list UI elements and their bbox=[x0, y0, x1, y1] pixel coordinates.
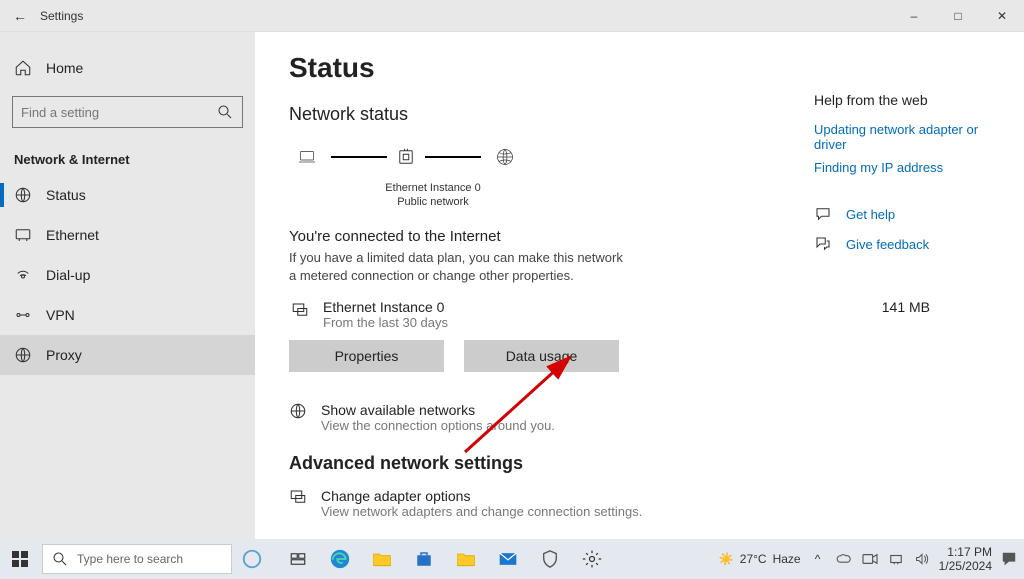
search-icon bbox=[51, 550, 69, 568]
content-area: Status Network status Ethernet Instance … bbox=[255, 32, 1024, 579]
home-icon bbox=[14, 59, 32, 77]
dialup-icon bbox=[14, 266, 32, 284]
tray-volume-icon[interactable] bbox=[913, 550, 931, 568]
sidebar-item-ethernet[interactable]: Ethernet bbox=[0, 215, 255, 255]
taskbar-clock[interactable]: 1:17 PM 1/25/2024 bbox=[939, 545, 992, 574]
help-link-update-adapter[interactable]: Updating network adapter or driver bbox=[814, 122, 1004, 152]
weather-widget[interactable]: ☀️ 27°C Haze bbox=[719, 552, 801, 566]
security-icon[interactable] bbox=[530, 539, 570, 579]
cortana-icon[interactable] bbox=[232, 539, 272, 579]
notifications-icon[interactable] bbox=[1000, 550, 1018, 568]
sidebar-item-label: Ethernet bbox=[46, 227, 99, 243]
network-sub: From the last 30 days bbox=[323, 315, 870, 330]
sidebar: Home Network & Internet Status bbox=[0, 32, 255, 579]
sidebar-item-dialup[interactable]: Dial-up bbox=[0, 255, 255, 295]
laptop-icon bbox=[289, 143, 325, 171]
globe-outline-icon bbox=[289, 402, 307, 420]
globe-icon bbox=[487, 139, 523, 175]
status-icon bbox=[14, 186, 32, 204]
get-help-link[interactable]: Get help bbox=[814, 205, 1004, 223]
properties-button[interactable]: Properties bbox=[289, 340, 444, 372]
system-tray: ☀️ 27°C Haze ^ 1:17 PM 1/25/2024 bbox=[719, 545, 1024, 574]
page-title: Status bbox=[289, 52, 990, 84]
taskbar-pinned bbox=[278, 539, 612, 579]
titlebar: ← Settings – □ ✕ bbox=[0, 0, 1024, 32]
sidebar-item-proxy[interactable]: Proxy bbox=[0, 335, 255, 375]
change-adapter-link[interactable]: Change adapter options View network adap… bbox=[289, 488, 990, 519]
sidebar-section-title: Network & Internet bbox=[0, 136, 255, 175]
close-button[interactable]: ✕ bbox=[980, 0, 1024, 32]
sidebar-item-label: Status bbox=[46, 187, 86, 203]
search-icon bbox=[216, 103, 234, 121]
feedback-icon bbox=[814, 235, 832, 253]
weather-icon: ☀️ bbox=[719, 552, 734, 566]
vpn-icon bbox=[14, 306, 32, 324]
help-heading: Help from the web bbox=[814, 92, 1004, 108]
connected-description: If you have a limited data plan, you can… bbox=[289, 249, 629, 285]
proxy-icon bbox=[14, 346, 32, 364]
sidebar-home-label: Home bbox=[46, 60, 83, 76]
explorer2-icon[interactable] bbox=[446, 539, 486, 579]
tray-chevron-icon[interactable]: ^ bbox=[809, 550, 827, 568]
explorer-icon[interactable] bbox=[362, 539, 402, 579]
network-row: Ethernet Instance 0 From the last 30 day… bbox=[289, 299, 990, 330]
ethernet-icon bbox=[14, 226, 32, 244]
settings-search-input[interactable] bbox=[21, 105, 216, 120]
settings-icon[interactable] bbox=[572, 539, 612, 579]
store-icon[interactable] bbox=[404, 539, 444, 579]
sidebar-item-label: Proxy bbox=[46, 347, 82, 363]
advanced-heading: Advanced network settings bbox=[289, 453, 990, 474]
sidebar-home[interactable]: Home bbox=[0, 48, 255, 88]
adapter-options-icon bbox=[289, 488, 307, 506]
taskbar: Type here to search ☀️ 27°C Haze ^ 1:17 … bbox=[0, 539, 1024, 579]
taskbar-search[interactable]: Type here to search bbox=[42, 544, 232, 574]
diagram-label: Ethernet Instance 0 Public network bbox=[373, 181, 493, 210]
network-name: Ethernet Instance 0 bbox=[323, 299, 870, 315]
sidebar-item-label: Dial-up bbox=[46, 267, 90, 283]
tray-onedrive-icon[interactable] bbox=[835, 550, 853, 568]
chat-icon bbox=[814, 205, 832, 223]
help-link-find-ip[interactable]: Finding my IP address bbox=[814, 160, 1004, 175]
window-title: Settings bbox=[40, 9, 83, 23]
help-panel: Help from the web Updating network adapt… bbox=[814, 92, 1004, 265]
task-view-button[interactable] bbox=[278, 539, 318, 579]
back-button[interactable]: ← bbox=[0, 8, 40, 24]
data-usage-button[interactable]: Data usage bbox=[464, 340, 619, 372]
mail-icon[interactable] bbox=[488, 539, 528, 579]
show-networks-link[interactable]: Show available networks View the connect… bbox=[289, 402, 990, 433]
start-button[interactable] bbox=[0, 539, 40, 579]
sidebar-item-status[interactable]: Status bbox=[0, 175, 255, 215]
sidebar-item-label: VPN bbox=[46, 307, 75, 323]
maximize-button[interactable]: □ bbox=[936, 0, 980, 32]
tray-meet-icon[interactable] bbox=[861, 550, 879, 568]
give-feedback-link[interactable]: Give feedback bbox=[814, 235, 1004, 253]
edge-icon[interactable] bbox=[320, 539, 360, 579]
monitor-icon bbox=[289, 299, 311, 321]
tray-network-icon[interactable] bbox=[887, 550, 905, 568]
minimize-button[interactable]: – bbox=[892, 0, 936, 32]
adapter-icon bbox=[393, 144, 419, 170]
settings-search[interactable] bbox=[12, 96, 243, 128]
sidebar-item-vpn[interactable]: VPN bbox=[0, 295, 255, 335]
network-usage: 141 MB bbox=[882, 299, 990, 315]
